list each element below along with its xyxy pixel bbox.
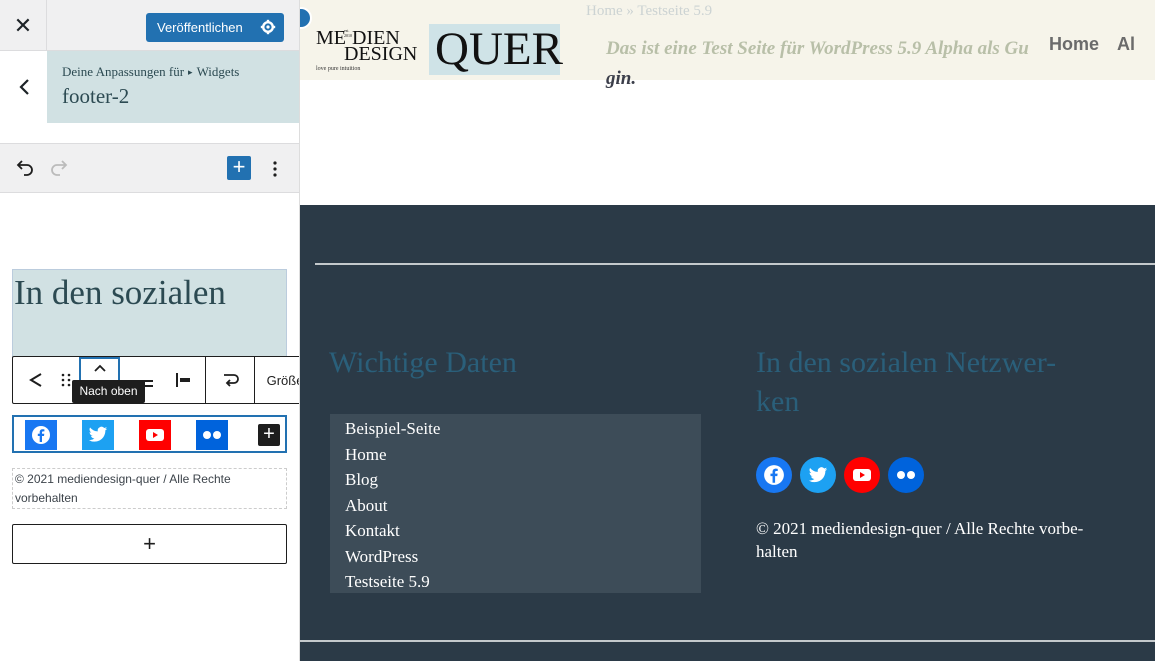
add-block-button[interactable]: + [227, 156, 251, 180]
facebook-icon[interactable] [756, 457, 792, 493]
breadcrumb: Deine Anpassungen für ▸ Widgets footer-2 [47, 51, 299, 123]
twitter-icon[interactable] [800, 457, 836, 493]
footer-copyright: © 2021 mediendesign-quer / Alle Rechte v… [756, 517, 1126, 563]
gear-icon[interactable] [260, 19, 276, 35]
footer-divider [300, 640, 1155, 642]
close-icon[interactable]: ✕ [0, 0, 47, 51]
heading-text[interactable]: In den sozialen [13, 270, 286, 314]
size-button[interactable]: Größe [255, 357, 299, 403]
logo-quer: QUER [429, 24, 563, 75]
widget-editor: In den sozialen Größe Nach oben + © 2021… [0, 193, 299, 661]
svg-text:DESIGN: DESIGN [344, 43, 417, 65]
flickr-icon[interactable] [888, 457, 924, 493]
footer-col1-title: Wichtige Daten [329, 346, 517, 379]
footer-menu-item[interactable]: About [330, 493, 701, 519]
section-title: footer-2 [62, 84, 130, 108]
copyright-paragraph[interactable]: © 2021 mediendesign-quer / Alle Rechte v… [12, 468, 287, 509]
footer-copyright-line1: © 2021 mediendesign-quer / Alle Rechte v… [756, 519, 1084, 538]
customizer-topbar: ✕ Veröffentlichen [0, 0, 299, 51]
page-subtitle-continued: gin. [606, 68, 637, 89]
more-vertical-icon[interactable] [264, 158, 286, 180]
facebook-icon[interactable] [25, 420, 57, 450]
footer-menu-item[interactable]: Beispiel-Seite [330, 416, 701, 442]
breadcrumb-parent: Deine Anpassungen für [62, 64, 185, 79]
publish-label: Veröffentlichen [157, 20, 243, 35]
flickr-icon[interactable] [196, 420, 228, 450]
back-chevron-icon[interactable] [0, 51, 47, 123]
svg-text:ME: ME [316, 27, 346, 49]
footer-menu-item[interactable]: WordPress [330, 544, 701, 570]
footer-menu-item[interactable]: Blog [330, 467, 701, 493]
site-preview: ME est. 2010 DIEN DESIGN love pure intui… [300, 0, 1155, 661]
share-icon[interactable] [21, 357, 51, 403]
add-social-icon-button[interactable]: + [258, 424, 280, 446]
logo-wordmark-image: ME est. 2010 DIEN DESIGN love pure intui… [316, 27, 417, 72]
twitter-icon[interactable] [82, 420, 114, 450]
svg-text:2010: 2010 [344, 33, 352, 38]
block-toolbar: Größe [12, 356, 299, 404]
breadcrumb-separator-icon: ▸ [188, 67, 193, 77]
section-header: Deine Anpassungen für ▸ Widgets footer-2 [0, 51, 299, 144]
heading-block[interactable]: In den sozialen [12, 269, 287, 359]
breadcrumb-section: Widgets [196, 64, 240, 79]
align-left-icon[interactable] [168, 357, 198, 403]
site-logo[interactable]: ME est. 2010 DIEN DESIGN love pure intui… [314, 22, 566, 78]
social-icons-block[interactable]: + [12, 415, 287, 453]
youtube-icon[interactable] [844, 457, 880, 493]
nav-item-al[interactable]: Al [1117, 34, 1135, 54]
footer-copyright-line2: halten [756, 542, 798, 561]
main-nav: Home Al [1049, 34, 1153, 55]
footer-col2-title: In den sozialen Netzwer- ken [756, 343, 1056, 421]
redo-icon[interactable] [49, 158, 71, 180]
editor-toolbar [0, 144, 299, 193]
wrap-icon[interactable] [215, 357, 247, 403]
svg-text:love pure intuition: love pure intuition [316, 66, 360, 72]
customizer-sidebar: ✕ Veröffentlichen Deine Anpassungen für ▸… [0, 0, 300, 661]
breadcrumb-path: Deine Anpassungen für ▸ Widgets [62, 64, 299, 80]
footer-menu-item[interactable]: Kontakt [330, 518, 701, 544]
youtube-icon[interactable] [139, 420, 171, 450]
site-footer: Wichtige Daten Beispiel-Seite Home Blog … [300, 205, 1155, 661]
append-block-button[interactable]: + [12, 524, 287, 564]
footer-col2-title-line1: In den sozialen Netzwer- [756, 346, 1057, 379]
footer-divider [315, 263, 1155, 265]
tooltip: Nach oben [72, 380, 145, 403]
chevron-up-icon[interactable] [85, 359, 115, 377]
footer-menu-item[interactable]: Home [330, 442, 701, 468]
footer-menu-item[interactable]: Testseite 5.9 [330, 569, 701, 595]
footer-menu: Beispiel-Seite Home Blog About Kontakt W… [330, 414, 701, 593]
publish-button[interactable]: Veröffentlichen [146, 13, 284, 42]
undo-icon[interactable] [13, 158, 35, 180]
site-header: ME est. 2010 DIEN DESIGN love pure intui… [300, 0, 1155, 89]
edit-shortcut-icon[interactable] [300, 7, 312, 29]
footer-col2-title-line2: ken [756, 385, 800, 418]
page-breadcrumb[interactable]: Home » Testseite 5.9 [586, 3, 712, 20]
toolbar-separator [205, 357, 206, 403]
nav-item-home[interactable]: Home [1049, 34, 1099, 54]
